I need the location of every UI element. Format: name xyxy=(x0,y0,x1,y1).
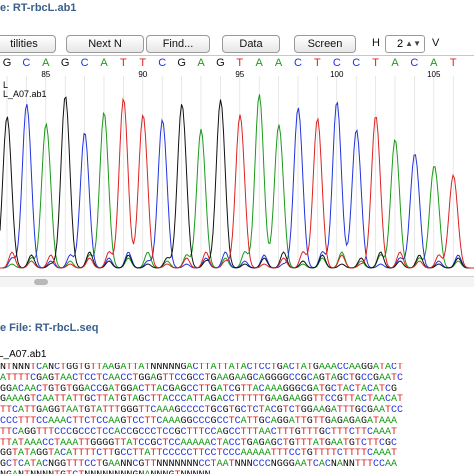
data-button[interactable]: Data xyxy=(222,35,280,53)
base-call: T xyxy=(120,57,127,69)
base-call: A xyxy=(197,57,205,69)
horizontal-scrollbar[interactable] xyxy=(0,276,474,287)
base-call: C xyxy=(352,57,360,69)
sample-file-label: L_A07.ab1 xyxy=(3,89,47,99)
base-call: C xyxy=(410,57,418,69)
utilities-button[interactable]: tilities xyxy=(0,35,56,53)
base-call: A xyxy=(100,57,108,69)
base-call: C xyxy=(22,57,30,69)
base-call: C xyxy=(333,57,341,69)
chromatogram-svg: G C A G C A T T C G A G T A A C T C C T A C A T85 90 95 100 105 xyxy=(0,57,474,269)
base-call: A xyxy=(275,57,283,69)
sequence-file-title: e File: RT-rbcL.seq xyxy=(0,322,99,334)
base-call: G xyxy=(3,57,12,69)
scrollbar-thumb[interactable] xyxy=(34,279,48,285)
screen-button[interactable]: Screen xyxy=(294,35,356,53)
base-call: T xyxy=(372,57,379,69)
base-call: A xyxy=(430,57,438,69)
base-call: A xyxy=(256,57,264,69)
position-label: 90 xyxy=(138,70,147,79)
base-call: T xyxy=(314,57,321,69)
trace-window-title: e: RT-rbcL.ab1 xyxy=(0,2,77,14)
chevron-updown-icon: ▲▼ xyxy=(405,39,421,48)
base-call: C xyxy=(158,57,166,69)
base-call: T xyxy=(236,57,243,69)
h-scale-select[interactable]: 2 ▲▼ xyxy=(385,35,425,53)
sequence-text: NTNNNTCANCTGGTGTTAAGATTATNNNNNGACTTATTAT… xyxy=(0,363,474,474)
base-call: G xyxy=(216,57,225,69)
base-call: C xyxy=(294,57,302,69)
next-n-button[interactable]: Next N xyxy=(66,35,144,53)
trace-a xyxy=(0,94,474,269)
base-call: A xyxy=(391,57,399,69)
base-call: T xyxy=(450,57,457,69)
position-label: 95 xyxy=(235,70,244,79)
base-call: G xyxy=(61,57,70,69)
position-label: 100 xyxy=(330,70,344,79)
position-label: 105 xyxy=(427,70,441,79)
base-call: T xyxy=(139,57,146,69)
find-button[interactable]: Find... xyxy=(146,35,210,53)
chromatogram-panel[interactable]: G C A G C A T T C G A G T A A C T C C T A C A T 85 90 95 100 105 L L… xyxy=(0,55,474,288)
h-scale-value: 2 xyxy=(397,38,404,50)
base-call: G xyxy=(177,57,186,69)
v-scale-label: V xyxy=(432,37,440,49)
h-scale-label: H xyxy=(372,37,380,49)
base-call: C xyxy=(81,57,89,69)
sequence-sample-name: L_A07.ab1 xyxy=(0,349,47,360)
position-label: 85 xyxy=(41,70,50,79)
base-call: A xyxy=(42,57,50,69)
